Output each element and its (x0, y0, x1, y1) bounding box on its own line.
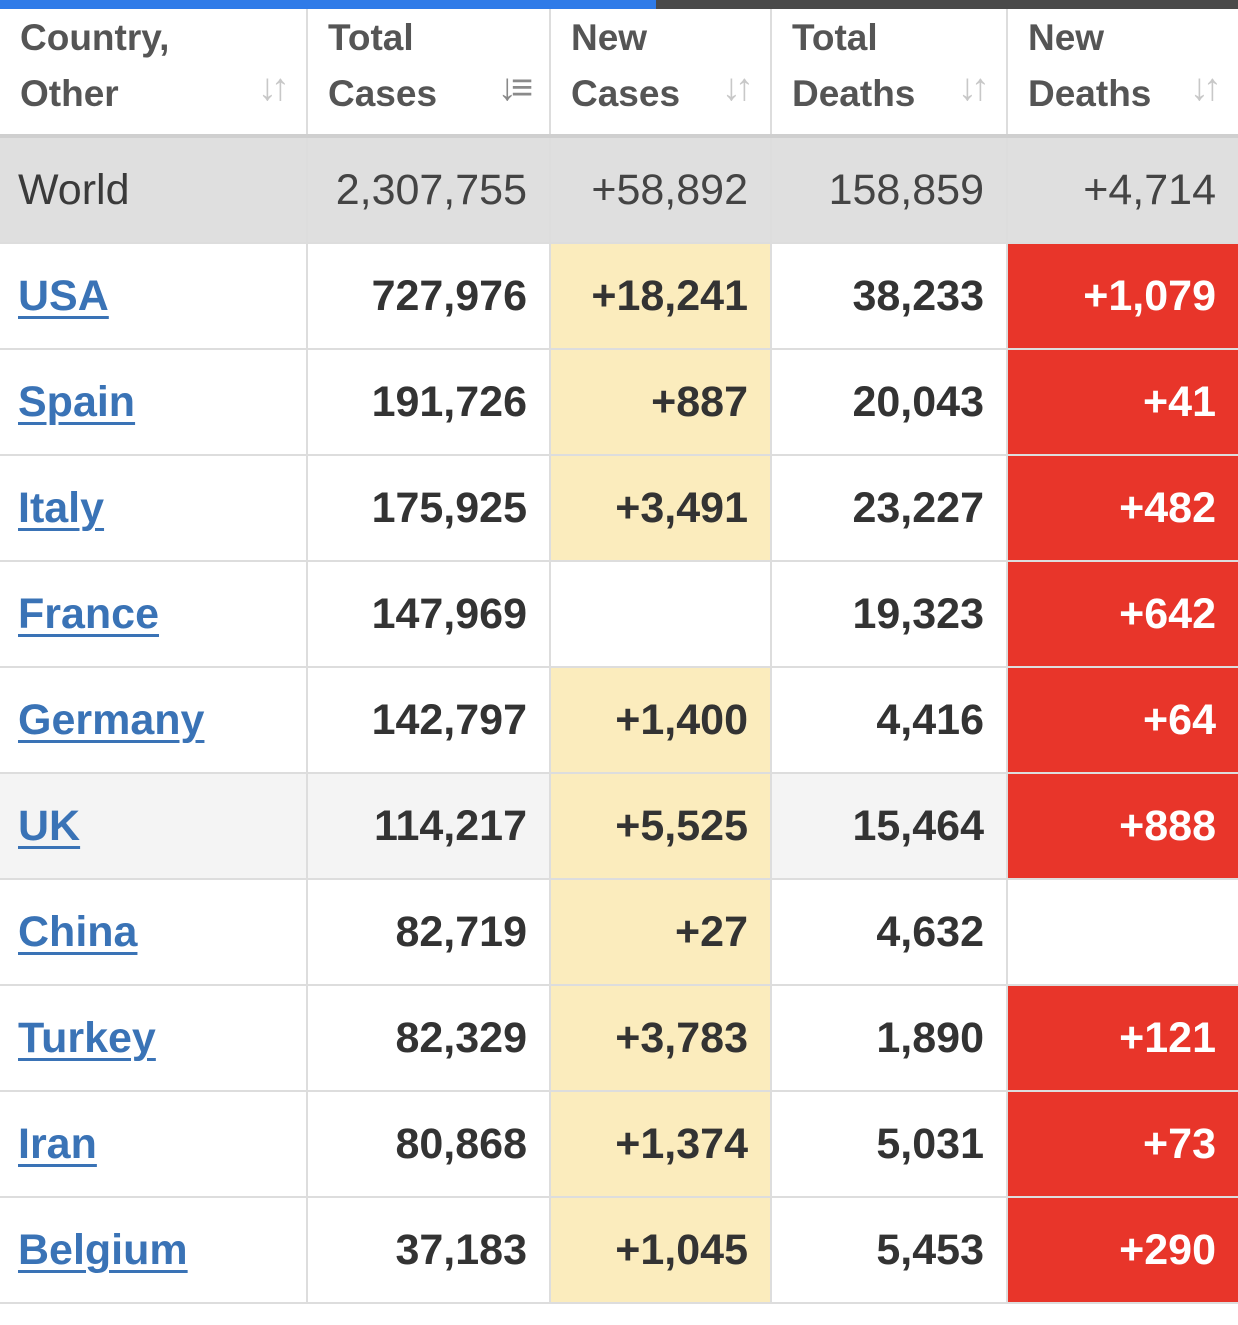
header-total-deaths[interactable]: Total Deaths ↓↑ (771, 9, 1008, 138)
world-new-cases: +58,892 (550, 134, 772, 244)
country-link[interactable]: Italy (18, 484, 104, 532)
total-deaths-cell: 4,632 (771, 879, 1008, 986)
total-deaths-cell: 15,464 (771, 773, 1008, 880)
world-label: World (0, 134, 308, 244)
country-link[interactable]: Germany (18, 696, 204, 744)
new-cases-cell: +5,525 (550, 773, 772, 880)
world-new-deaths: +4,714 (1007, 134, 1238, 244)
total-cases-cell: 191,726 (307, 349, 551, 456)
total-cases-cell: 82,719 (307, 879, 551, 986)
page-load-progress-fill (0, 0, 657, 9)
new-deaths-cell (1007, 879, 1238, 986)
header-new-deaths-line2: Deaths (1028, 73, 1152, 114)
new-deaths-cell: +482 (1007, 455, 1238, 562)
header-country-line2: Other (20, 73, 119, 114)
new-cases-cell: +1,045 (550, 1197, 772, 1304)
country-link[interactable]: Iran (18, 1120, 97, 1168)
table-row: Belgium 37,183 +1,045 5,453 +290 (0, 1197, 1238, 1304)
total-cases-cell: 37,183 (307, 1197, 551, 1304)
new-deaths-cell: +642 (1007, 561, 1238, 668)
country-link[interactable]: USA (18, 272, 109, 320)
country-cell: France (0, 561, 308, 668)
new-deaths-cell: +73 (1007, 1091, 1238, 1198)
table-row: Germany 142,797 +1,400 4,416 +64 (0, 667, 1238, 774)
new-deaths-cell: +64 (1007, 667, 1238, 774)
header-new-cases[interactable]: New Cases ↓↑ (550, 9, 772, 138)
sort-descending-icon[interactable]: ↓≡ (498, 68, 533, 108)
country-cell: UK (0, 773, 308, 880)
new-cases-cell: +27 (550, 879, 772, 986)
country-link[interactable]: Turkey (18, 1014, 156, 1062)
total-deaths-cell: 5,453 (771, 1197, 1008, 1304)
new-cases-cell: +1,400 (550, 667, 772, 774)
header-total-cases[interactable]: Total Cases ↓≡ (307, 9, 551, 138)
new-deaths-cell: +121 (1007, 985, 1238, 1092)
new-cases-cell: +1,374 (550, 1091, 772, 1198)
country-cell: Belgium (0, 1197, 308, 1304)
table-row: Turkey 82,329 +3,783 1,890 +121 (0, 985, 1238, 1092)
sort-both-icon[interactable]: ↓↑ (722, 68, 754, 108)
world-total-row: World 2,307,755 +58,892 158,859 +4,714 (0, 134, 1238, 244)
covid-stats-table: Country, Other ↓↑ Total Cases ↓≡ New Cas… (0, 9, 1238, 1304)
new-deaths-cell: +290 (1007, 1197, 1238, 1304)
country-cell: Turkey (0, 985, 308, 1092)
total-deaths-cell: 1,890 (771, 985, 1008, 1092)
total-deaths-cell: 23,227 (771, 455, 1008, 562)
total-deaths-cell: 5,031 (771, 1091, 1008, 1198)
new-cases-cell: +18,241 (550, 243, 772, 350)
world-total-cases: 2,307,755 (307, 134, 551, 244)
sort-both-icon[interactable]: ↓↑ (958, 68, 990, 108)
country-link[interactable]: Belgium (18, 1226, 188, 1274)
total-deaths-cell: 38,233 (771, 243, 1008, 350)
table-row: Iran 80,868 +1,374 5,031 +73 (0, 1091, 1238, 1198)
header-country[interactable]: Country, Other ↓↑ (0, 9, 308, 138)
total-cases-cell: 114,217 (307, 773, 551, 880)
total-deaths-cell: 4,416 (771, 667, 1008, 774)
total-cases-cell: 175,925 (307, 455, 551, 562)
total-deaths-cell: 20,043 (771, 349, 1008, 456)
page-load-progress-bar (0, 0, 1238, 9)
header-new-cases-line1: New (571, 17, 648, 58)
new-deaths-cell: +41 (1007, 349, 1238, 456)
table-row: China 82,719 +27 4,632 (0, 879, 1238, 986)
country-cell: China (0, 879, 308, 986)
table-row: USA 727,976 +18,241 38,233 +1,079 (0, 243, 1238, 350)
world-total-deaths: 158,859 (771, 134, 1008, 244)
total-cases-cell: 142,797 (307, 667, 551, 774)
new-cases-cell: +3,491 (550, 455, 772, 562)
total-cases-cell: 80,868 (307, 1091, 551, 1198)
new-cases-cell (550, 561, 772, 668)
header-total-cases-line1: Total (328, 17, 414, 58)
new-cases-cell: +887 (550, 349, 772, 456)
sort-both-icon[interactable]: ↓↑ (258, 68, 290, 108)
new-cases-cell: +3,783 (550, 985, 772, 1092)
total-cases-cell: 727,976 (307, 243, 551, 350)
new-deaths-cell: +888 (1007, 773, 1238, 880)
total-cases-cell: 147,969 (307, 561, 551, 668)
header-country-line1: Country, (20, 17, 170, 58)
table-row: Italy 175,925 +3,491 23,227 +482 (0, 455, 1238, 562)
header-total-deaths-line2: Deaths (792, 73, 916, 114)
total-deaths-cell: 19,323 (771, 561, 1008, 668)
table-header-row: Country, Other ↓↑ Total Cases ↓≡ New Cas… (0, 9, 1238, 138)
country-link[interactable]: China (18, 908, 137, 956)
table-row: Spain 191,726 +887 20,043 +41 (0, 349, 1238, 456)
country-cell: Spain (0, 349, 308, 456)
country-link[interactable]: Spain (18, 378, 135, 426)
header-new-deaths[interactable]: New Deaths ↓↑ (1007, 9, 1238, 138)
header-total-deaths-line1: Total (792, 17, 878, 58)
new-deaths-cell: +1,079 (1007, 243, 1238, 350)
total-cases-cell: 82,329 (307, 985, 551, 1092)
sort-both-icon[interactable]: ↓↑ (1190, 68, 1222, 108)
country-link[interactable]: France (18, 590, 159, 638)
country-link[interactable]: UK (18, 802, 80, 850)
table-row: UK 114,217 +5,525 15,464 +888 (0, 773, 1238, 880)
country-cell: Italy (0, 455, 308, 562)
country-cell: Iran (0, 1091, 308, 1198)
country-cell: Germany (0, 667, 308, 774)
country-cell: USA (0, 243, 308, 350)
table-row: France 147,969 19,323 +642 (0, 561, 1238, 668)
header-new-deaths-line1: New (1028, 17, 1105, 58)
